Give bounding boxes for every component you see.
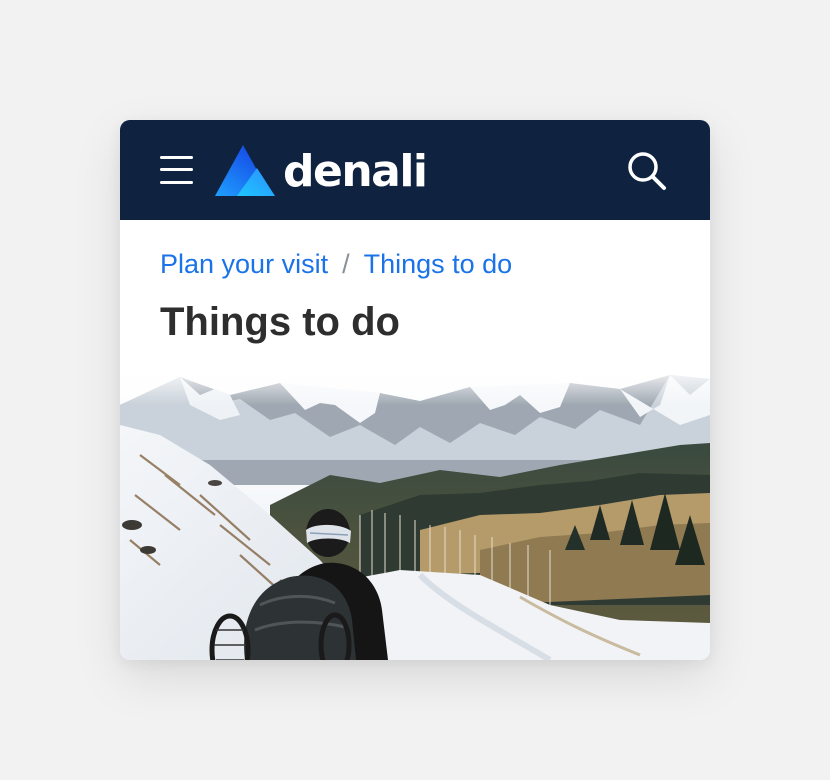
page-card: denali Plan your visit / Things to do Thin… [120,120,710,660]
snowy-mountain-hiker-photo [120,365,710,660]
hamburger-menu-icon[interactable] [160,156,193,184]
hero-image [120,365,710,660]
brand-name: denali [283,146,428,197]
mountain-logo-icon [215,145,275,196]
denali-logo[interactable]: denali [213,142,433,198]
search-icon[interactable] [626,150,668,192]
top-navigation-bar: denali [120,120,710,220]
breadcrumb-separator: / [342,249,350,279]
breadcrumb-link-plan-your-visit[interactable]: Plan your visit [160,249,328,279]
page-title: Things to do [160,300,400,344]
breadcrumb: Plan your visit / Things to do [160,248,512,280]
breadcrumb-link-things-to-do[interactable]: Things to do [364,249,513,279]
